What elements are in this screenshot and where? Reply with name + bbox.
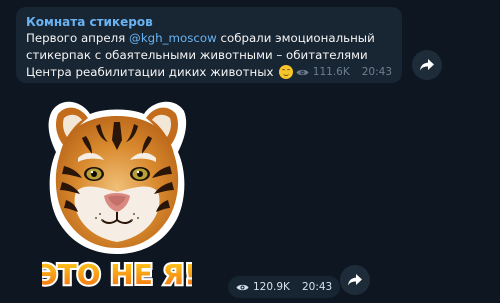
channel-name[interactable]: Комната стикеров — [26, 14, 392, 30]
share-arrow-icon — [348, 274, 362, 286]
sticker-caption: ЭТО НЕ Я! — [42, 258, 192, 291]
eye-icon — [296, 69, 309, 75]
message-text-part: Первого апреля — [26, 31, 130, 45]
sticker-time: 20:43 — [301, 281, 333, 293]
smiling-face-icon — [279, 65, 294, 79]
mention-link[interactable]: @kgh_moscow — [129, 31, 217, 45]
eye-icon — [236, 284, 249, 290]
post-time: 20:43 — [361, 66, 392, 78]
view-count: 111.6K — [312, 66, 350, 78]
sticker-view-count: 120.9K — [253, 281, 290, 293]
channel-post: Комната стикеров Первого апреля @kgh_mos… — [16, 7, 402, 83]
sticker-meta: 120.9K 20:43 — [228, 276, 341, 298]
share-button[interactable] — [412, 50, 442, 80]
sticker-share-button[interactable] — [340, 265, 370, 295]
tiger-sticker[interactable]: ЭТО НЕ Я! — [42, 96, 192, 296]
share-arrow-icon — [420, 59, 434, 71]
post-meta: 111.6K 20:43 — [296, 66, 392, 78]
